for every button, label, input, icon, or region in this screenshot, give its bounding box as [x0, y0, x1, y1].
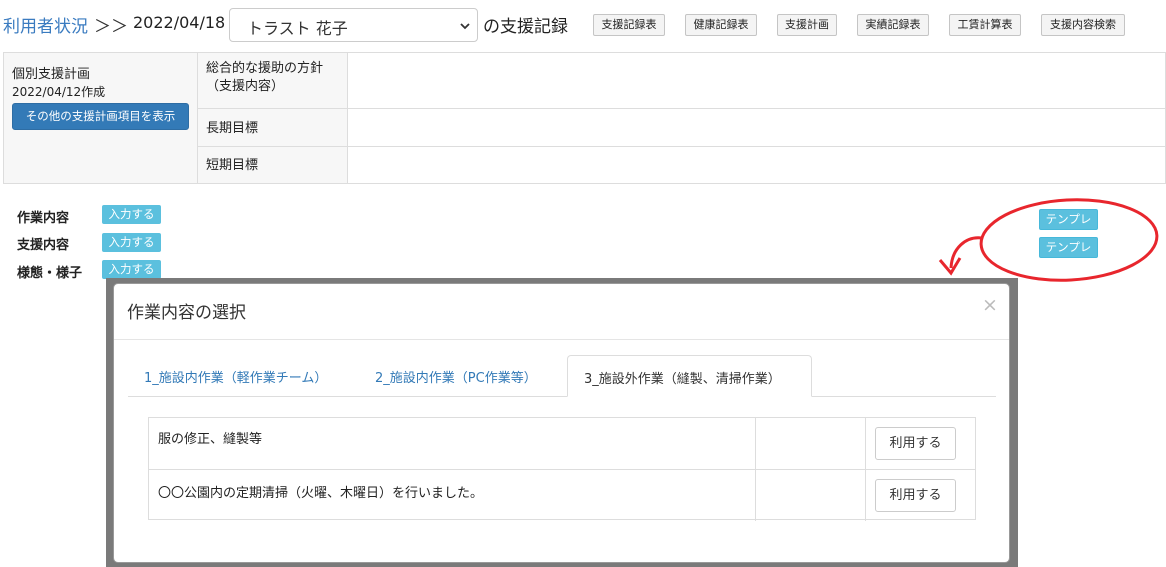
work-content-select-modal: 作業内容の選択 × 1_施設内作業（軽作業チーム） 2_施設内作業（PC作業等）…: [113, 283, 1010, 563]
show-other-plan-items-button[interactable]: その他の支援計画項目を表示: [12, 103, 189, 130]
template-table: 服の修正、縫製等 利用する 〇〇公園内の定期清掃（火曜、木曜日）を行いました。 …: [148, 417, 976, 521]
header-bar: 利用者状況 ＞＞ 2022/04/18 トラスト 花子 の支援記録 支援記録表 …: [0, 0, 1166, 48]
tab-bar-line: [128, 396, 996, 397]
table-row: 服の修正、縫製等 利用する: [149, 418, 975, 469]
template-button-2[interactable]: テンプレ: [1039, 237, 1098, 258]
plan-row-value-policy: [348, 53, 1165, 109]
user-select[interactable]: トラスト 花子: [229, 8, 478, 42]
tab-indoor-light-work[interactable]: 1_施設内作業（軽作業チーム）: [144, 367, 327, 386]
work-content-label: 作業内容: [17, 211, 70, 226]
nav-button-performance-record[interactable]: 実績記録表: [857, 14, 929, 36]
template-text: 服の修正、縫製等: [149, 418, 756, 469]
breadcrumb-separator: ＞＞: [94, 17, 128, 37]
modal-header-divider: [114, 339, 1009, 340]
annotation-arrow: [949, 236, 983, 269]
close-icon[interactable]: ×: [982, 294, 998, 316]
user-select-value: トラスト 花子: [247, 19, 348, 38]
use-template-button[interactable]: 利用する: [875, 479, 956, 512]
modal-title: 作業内容の選択: [127, 303, 246, 323]
work-content-input-button[interactable]: 入力する: [102, 205, 161, 224]
tab-outdoor-work[interactable]: 3_施設外作業（縫製、清掃作業）: [567, 355, 812, 397]
template-empty-cell: [756, 418, 866, 469]
nav-button-support-plan[interactable]: 支援計画: [777, 14, 837, 36]
nav-button-support-search[interactable]: 支援内容検索: [1041, 14, 1125, 36]
record-date: 2022/04/18: [133, 13, 226, 32]
chevron-down-icon: [460, 23, 470, 30]
plan-row-label-policy: 総合的な援助の方針 （支援内容）: [198, 53, 348, 109]
plan-title: 個別支援計画: [12, 67, 91, 82]
plan-row-label-short-term: 短期目標: [198, 147, 348, 183]
page-title-suffix: の支援記録: [483, 17, 568, 37]
support-plan-table: 個別支援計画 2022/04/12作成 その他の支援計画項目を表示 総合的な援助…: [3, 52, 1166, 184]
template-text: 〇〇公園内の定期清掃（火曜、木曜日）を行いました。: [149, 470, 756, 521]
plan-created-date: 2022/04/12作成: [12, 85, 106, 99]
plan-row-value-short-term: [348, 147, 1165, 183]
nav-button-support-record[interactable]: 支援記録表: [593, 14, 665, 36]
use-template-button[interactable]: 利用する: [875, 427, 956, 460]
breadcrumb-user-status-link[interactable]: 利用者状況: [3, 12, 88, 37]
support-content-input-button[interactable]: 入力する: [102, 233, 161, 252]
plan-row-value-long-term: [348, 109, 1165, 147]
tab-indoor-pc-work[interactable]: 2_施設内作業（PC作業等）: [375, 367, 537, 386]
nav-button-health-record[interactable]: 健康記録表: [685, 14, 757, 36]
template-button-1[interactable]: テンプレ: [1039, 209, 1098, 230]
plan-info-cell: 個別支援計画 2022/04/12作成 その他の支援計画項目を表示: [4, 53, 198, 183]
plan-row-label-long-term: 長期目標: [198, 109, 348, 147]
condition-input-button[interactable]: 入力する: [102, 260, 161, 279]
nav-button-wage-calculation[interactable]: 工賃計算表: [949, 14, 1021, 36]
template-empty-cell: [756, 470, 866, 521]
annotation-arrowhead: [938, 257, 962, 276]
condition-label: 様態・様子: [17, 266, 83, 281]
table-row: 〇〇公園内の定期清掃（火曜、木曜日）を行いました。 利用する: [149, 469, 975, 521]
support-content-label: 支援内容: [17, 238, 70, 253]
